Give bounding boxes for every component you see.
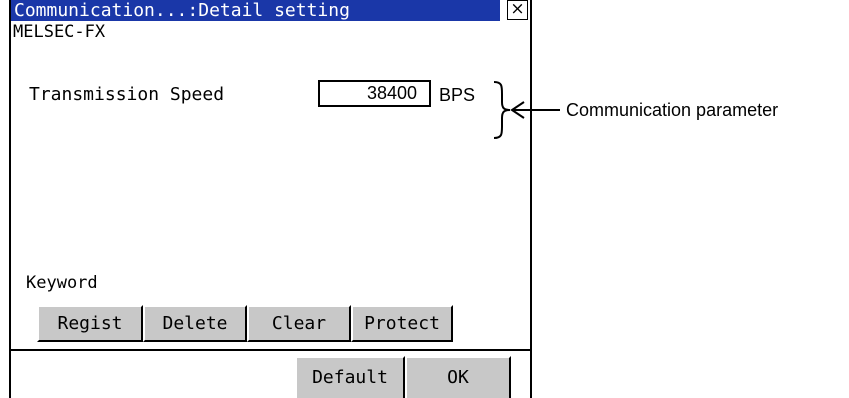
footer-divider — [11, 349, 530, 351]
transmission-speed-label: Transmission Speed — [29, 84, 225, 105]
detail-setting-dialog: Communication...:Detail setting × MELSEC… — [9, 0, 532, 398]
dialog-title: Communication...:Detail setting — [11, 0, 500, 21]
controller-name: MELSEC-FX — [13, 22, 106, 42]
clear-button[interactable]: Clear — [247, 305, 351, 342]
regist-button[interactable]: Regist — [37, 305, 143, 342]
curly-brace — [493, 81, 511, 139]
transmission-speed-unit: BPS — [439, 85, 476, 105]
default-button[interactable]: Default — [295, 356, 405, 398]
keyword-label: Keyword — [26, 273, 98, 293]
transmission-speed-field[interactable]: 38400 — [318, 80, 431, 107]
protect-button[interactable]: Protect — [351, 305, 453, 342]
ok-button[interactable]: OK — [405, 356, 511, 398]
annotation-label: Communication parameter — [566, 100, 779, 120]
close-button[interactable]: × — [507, 0, 528, 20]
delete-button[interactable]: Delete — [143, 305, 247, 342]
